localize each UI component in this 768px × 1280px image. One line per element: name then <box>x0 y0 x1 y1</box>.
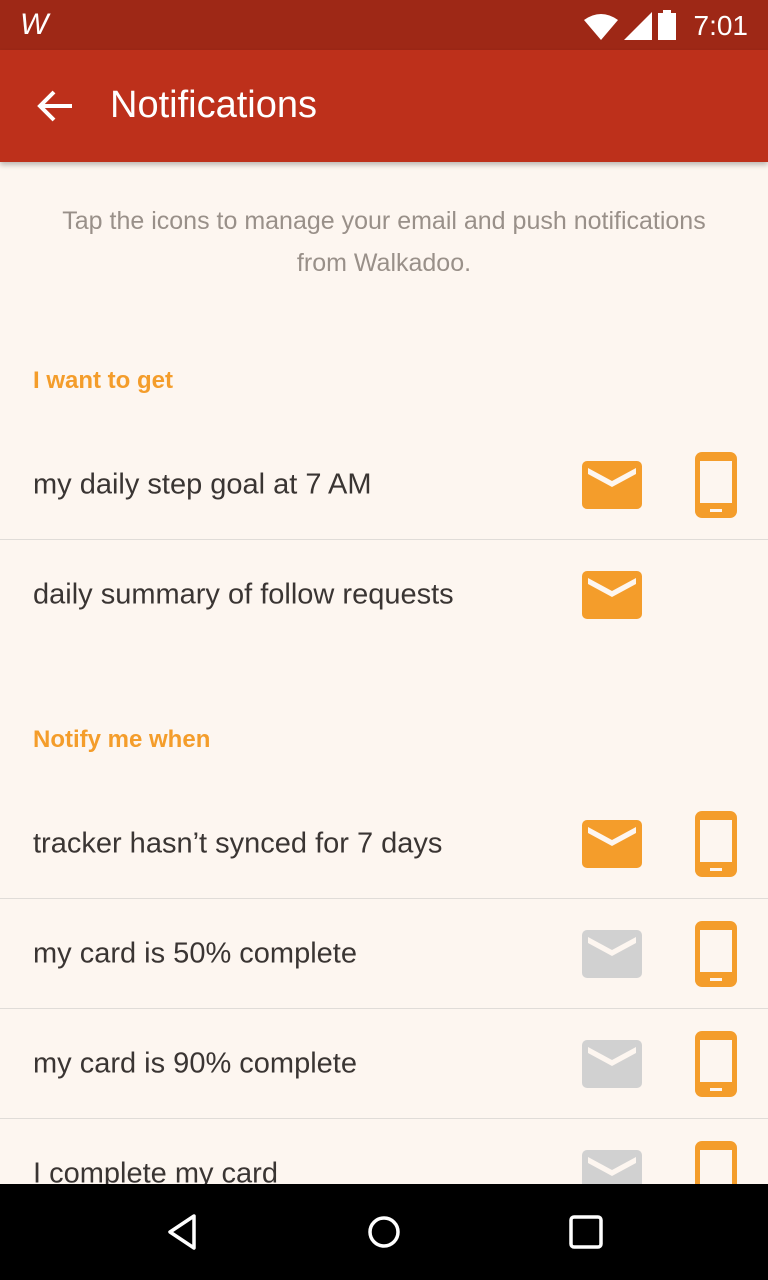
home-circle-icon[interactable] <box>364 1212 404 1252</box>
section-header-notify-me-when: Notify me when <box>33 726 211 753</box>
email-icon[interactable] <box>582 820 642 868</box>
phone-icon[interactable] <box>695 811 737 877</box>
email-icon[interactable] <box>582 461 642 509</box>
phone-icon[interactable] <box>695 452 737 518</box>
app-logo: W <box>20 8 49 41</box>
wifi-icon <box>584 14 618 40</box>
email-icon[interactable] <box>582 571 642 619</box>
notification-row: my daily step goal at 7 AM <box>0 430 768 540</box>
arrow-left-icon[interactable] <box>36 86 76 126</box>
notification-row: daily summary of follow requests <box>0 540 768 650</box>
app-bar: Notifications <box>0 50 768 162</box>
intro-text: Tap the icons to manage your email and p… <box>62 207 706 277</box>
notification-row: my card is 50% complete <box>0 899 768 1009</box>
notification-row: my card is 90% complete <box>0 1009 768 1119</box>
status-bar: W 7:01 <box>0 0 768 50</box>
recents-square-icon[interactable] <box>566 1212 606 1252</box>
row-label: my card is 50% complete <box>33 937 357 970</box>
navigation-bar <box>0 1184 768 1280</box>
status-icons <box>584 10 676 40</box>
phone-icon[interactable] <box>695 921 737 987</box>
section-header-i-want-to-get: I want to get <box>33 367 173 394</box>
signal-icon <box>624 12 652 40</box>
row-label: my daily step goal at 7 AM <box>33 468 372 501</box>
phone-icon[interactable] <box>695 1031 737 1097</box>
battery-icon <box>658 10 676 40</box>
page-title: Notifications <box>110 84 317 126</box>
clock: 7:01 <box>693 10 749 41</box>
notification-row: tracker hasn’t synced for 7 days <box>0 789 768 899</box>
email-icon[interactable] <box>582 1040 642 1088</box>
back-triangle-icon[interactable] <box>164 1212 204 1252</box>
email-icon[interactable] <box>582 930 642 978</box>
row-label: my card is 90% complete <box>33 1047 357 1080</box>
row-label: daily summary of follow requests <box>33 578 454 611</box>
row-label: tracker hasn’t synced for 7 days <box>33 827 443 860</box>
